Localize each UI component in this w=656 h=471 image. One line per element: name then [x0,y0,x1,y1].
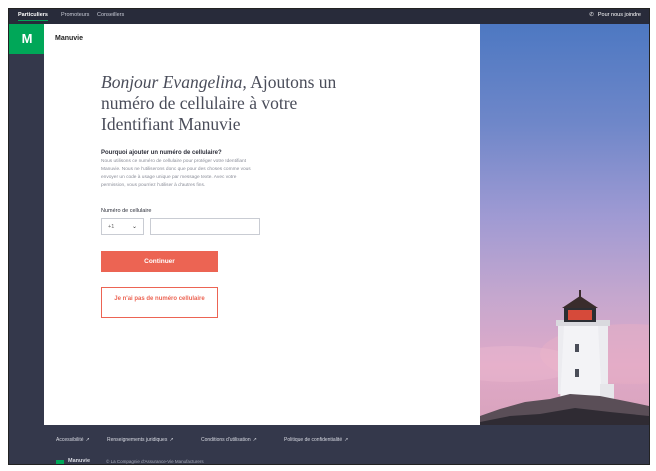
footer-link-juridique[interactable]: Renseignements juridiques ↗ [107,437,174,443]
country-code-value: +1 [108,224,115,230]
app-name: Manuvie [55,35,84,42]
manulife-logo[interactable]: M [9,24,44,54]
footer-logo-icon [56,460,64,464]
phone-icon: ✆ [589,12,594,18]
greeting-name: Bonjour Evangelina, [101,72,247,92]
footer-link-conditions[interactable]: Conditions d'utilisation ↗ [201,437,257,443]
contact-link[interactable]: ✆ Pour nous joindre [589,12,641,18]
external-link-icon: ↗ [85,437,90,443]
contact-label: Pour nous joindre [597,12,641,18]
footer: Accessibilité ↗ Renseignements juridiques… [44,425,649,464]
lighthouse-illustration [480,290,649,425]
app-screen: Particuliers Promoteurs Conseillers ✆ Pou… [8,8,650,465]
logo-glyph: M [21,31,33,46]
external-link-icon: ↗ [344,437,349,443]
info-body: Nous utilisons ce numéro de cellulaire p… [101,159,251,188]
phone-label: Numéro de cellulaire [101,208,152,214]
tab-particuliers[interactable]: Particuliers [18,12,48,21]
footer-link-confidentialite[interactable]: Politique de confidentialité ↗ [284,437,348,443]
hero-image [480,24,649,425]
footer-link-label: Accessibilité [56,437,84,443]
no-number-button[interactable]: Je n'ai pas de numéro cellulaire [101,287,218,318]
continue-button[interactable]: Continuer [101,251,218,272]
footer-link-accessibilite[interactable]: Accessibilité ↗ [56,437,90,443]
country-code-select[interactable]: +1 ⌄ [101,218,144,235]
footer-copyright: © La Compagnie d'Assurance-Vie Manufactu… [106,459,204,464]
footer-link-label: Renseignements juridiques [107,437,168,443]
tab-conseillers[interactable]: Conseillers [97,12,124,18]
external-link-icon: ↗ [252,437,257,443]
footer-brand: Manuvie [68,458,91,464]
main-panel: Manuvie Bonjour Evangelina, Ajoutons un … [44,24,480,425]
external-link-icon: ↗ [169,437,174,443]
browser-frame: Particuliers Promoteurs Conseillers ✆ Pou… [0,0,656,471]
phone-input[interactable] [150,218,260,235]
tab-promoteurs[interactable]: Promoteurs [61,12,89,18]
top-nav: Particuliers Promoteurs Conseillers ✆ Pou… [9,9,649,24]
footer-link-label: Conditions d'utilisation [201,437,251,443]
chevron-down-icon: ⌄ [131,224,137,230]
page-title: Bonjour Evangelina, Ajoutons un numéro d… [101,72,361,135]
info-title: Pourquoi ajouter un numéro de cellulaire… [101,150,222,156]
footer-link-label: Politique de confidentialité [284,437,343,443]
